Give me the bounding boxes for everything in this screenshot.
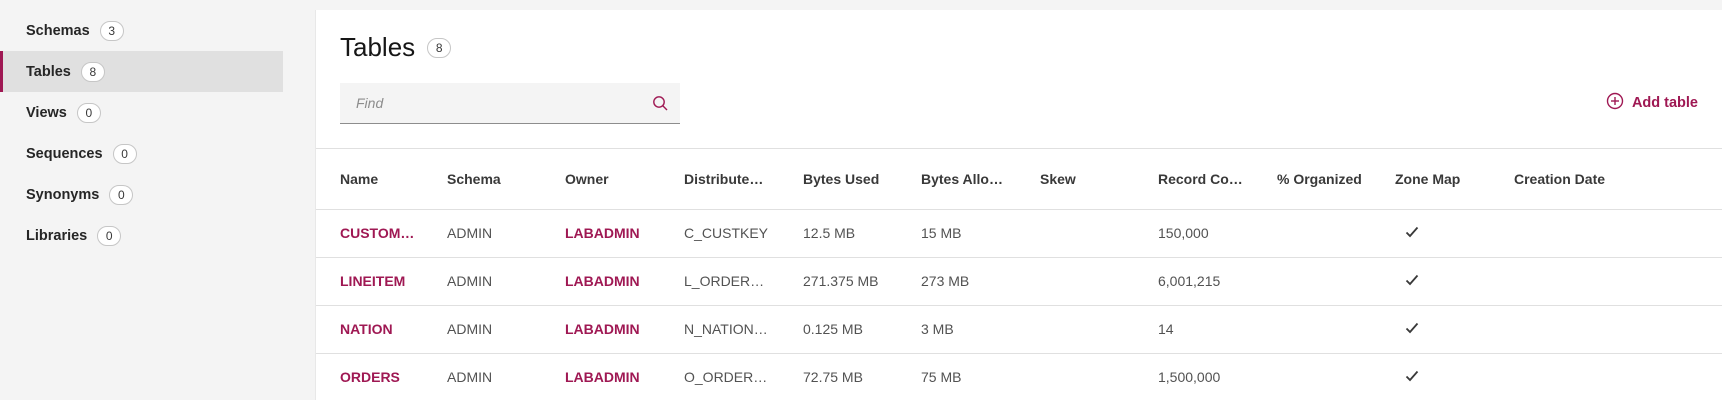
search-input[interactable] (340, 83, 640, 123)
sidebar-item-schemas[interactable]: Schemas 3 (0, 10, 283, 51)
table-row[interactable]: LINEITEM ADMIN LABADMIN L_ORDERKEY 271.375 M… (316, 257, 1722, 306)
column-header-creation-date[interactable]: Creation Date (1490, 149, 1722, 210)
count-badge: 0 (97, 225, 122, 246)
sidebar-item-tables[interactable]: Tables 8 (0, 51, 283, 92)
sidebar-item-sequences[interactable]: Sequences 0 (0, 133, 283, 174)
checkmark-icon (1405, 225, 1419, 241)
column-header-bytes-used[interactable]: Bytes Used (779, 149, 897, 210)
cell-bytes-allocated: 3 MB (897, 305, 1016, 354)
cell-creation-date (1490, 209, 1722, 258)
count-badge: 0 (76, 102, 101, 123)
count-badge: 3 (99, 20, 124, 41)
column-header-zone-map[interactable]: Zone Map (1371, 149, 1490, 210)
cell-creation-date (1490, 257, 1722, 306)
column-header-schema[interactable]: Schema (423, 149, 541, 210)
column-header-record-count[interactable]: Record Count (1134, 149, 1253, 210)
cell-creation-date (1490, 353, 1722, 400)
add-table-button[interactable]: Add table (1606, 92, 1698, 114)
cell-record-count: 150,000 (1134, 209, 1253, 258)
sidebar-item-synonyms[interactable]: Synonyms 0 (0, 174, 283, 215)
tables-table: Name Schema Owner Distributed ... Bytes … (316, 148, 1722, 400)
cell-bytes-used: 72.75 MB (779, 353, 897, 400)
cell-schema: ADMIN (423, 257, 541, 306)
cell-zone-map (1371, 257, 1490, 306)
column-header-skew[interactable]: Skew (1016, 149, 1134, 210)
sidebar-item-label: Sequences (26, 145, 103, 162)
cell-creation-date (1490, 305, 1722, 354)
count-badge: 8 (80, 61, 105, 82)
cell-owner[interactable]: LABADMIN (541, 305, 660, 354)
sidebar-item-label: Schemas (26, 22, 90, 39)
cell-zone-map (1371, 209, 1490, 258)
search-box (340, 83, 680, 124)
add-circle-icon (1606, 92, 1624, 114)
cell-skew (1016, 353, 1134, 400)
page-title: Tables 8 (340, 32, 452, 63)
main-panel: Tables 8 Add table (315, 10, 1722, 400)
cell-distributed: C_CUSTKEY (660, 209, 779, 258)
table-row[interactable]: ORDERS ADMIN LABADMIN O_ORDERKEY 72.75 MB 75 … (316, 353, 1722, 400)
search-icon[interactable] (640, 95, 680, 111)
sidebar-item-label: Tables (26, 63, 71, 80)
cell-owner[interactable]: LABADMIN (541, 353, 660, 400)
count-badge: 8 (427, 37, 452, 58)
cell-skew (1016, 257, 1134, 306)
cell-skew (1016, 305, 1134, 354)
cell-record-count: 6,001,215 (1134, 257, 1253, 306)
cell-bytes-allocated: 273 MB (897, 257, 1016, 306)
cell-bytes-used: 271.375 MB (779, 257, 897, 306)
sidebar-item-views[interactable]: Views 0 (0, 92, 283, 133)
checkmark-icon (1405, 273, 1419, 289)
cell-organized (1253, 353, 1371, 400)
column-header-distributed[interactable]: Distributed ... (660, 149, 779, 210)
cell-name[interactable]: ORDERS (316, 353, 423, 400)
cell-distributed: L_ORDERKEY (660, 257, 779, 306)
table-row[interactable]: NATION ADMIN LABADMIN N_NATIONKEY 0.125 MB 3 … (316, 305, 1722, 354)
sidebar: Schemas 3 Tables 8 Views 0 Sequences 0 S… (0, 0, 283, 400)
cell-zone-map (1371, 353, 1490, 400)
page-title-text: Tables (340, 32, 416, 62)
cell-distributed: O_ORDERKEY (660, 353, 779, 400)
table-row[interactable]: CUSTOMER ADMIN LABADMIN C_CUSTKEY 12.5 MB 15 … (316, 209, 1722, 258)
cell-name[interactable]: CUSTOMER (316, 209, 423, 258)
cell-name[interactable]: LINEITEM (316, 257, 423, 306)
cell-schema: ADMIN (423, 305, 541, 354)
cell-owner[interactable]: LABADMIN (541, 209, 660, 258)
column-header-name[interactable]: Name (316, 149, 423, 210)
column-header-owner[interactable]: Owner (541, 149, 660, 210)
cell-bytes-allocated: 15 MB (897, 209, 1016, 258)
sidebar-item-label: Synonyms (26, 186, 100, 203)
checkmark-icon (1405, 321, 1419, 337)
cell-bytes-allocated: 75 MB (897, 353, 1016, 400)
sidebar-item-libraries[interactable]: Libraries 0 (0, 215, 283, 256)
cell-record-count: 14 (1134, 305, 1253, 354)
cell-distributed: N_NATIONKEY (660, 305, 779, 354)
column-header-bytes-allocated[interactable]: Bytes Alloca... (897, 149, 1016, 210)
checkmark-icon (1405, 369, 1419, 385)
sidebar-item-label: Libraries (26, 227, 88, 244)
count-badge: 0 (112, 143, 137, 164)
cell-bytes-used: 12.5 MB (779, 209, 897, 258)
add-table-label: Add table (1631, 95, 1698, 111)
cell-owner[interactable]: LABADMIN (541, 257, 660, 306)
cell-zone-map (1371, 305, 1490, 354)
sidebar-item-label: Views (26, 104, 67, 121)
cell-name[interactable]: NATION (316, 305, 423, 354)
table-header-row: Name Schema Owner Distributed ... Bytes … (316, 149, 1722, 210)
cell-record-count: 1,500,000 (1134, 353, 1253, 400)
cell-organized (1253, 257, 1371, 306)
column-header-organized[interactable]: % Organized (1253, 149, 1371, 210)
cell-bytes-used: 0.125 MB (779, 305, 897, 354)
cell-organized (1253, 209, 1371, 258)
cell-organized (1253, 305, 1371, 354)
cell-skew (1016, 209, 1134, 258)
cell-schema: ADMIN (423, 353, 541, 400)
cell-schema: ADMIN (423, 209, 541, 258)
count-badge: 0 (109, 184, 134, 205)
